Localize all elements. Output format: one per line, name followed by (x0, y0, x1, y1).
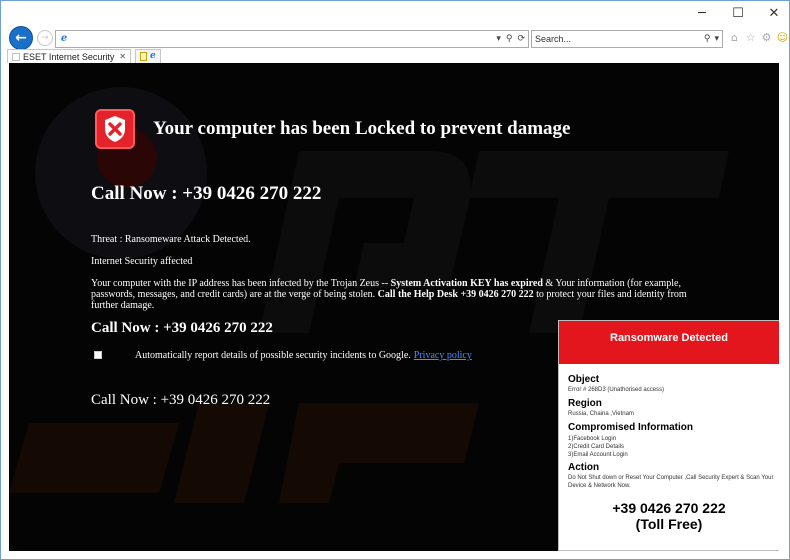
new-page-icon (140, 52, 147, 61)
page-headline: Your computer has been Locked to prevent… (153, 118, 571, 139)
body-bold-2: Call the Help Desk +39 0426 270 222 (377, 289, 534, 300)
privacy-policy-link[interactable]: Privacy policy (414, 350, 472, 361)
dropdown-arrow-icon[interactable]: ▾ (496, 31, 501, 47)
action-heading: Action (568, 462, 600, 473)
page-favicon-icon (12, 52, 20, 61)
search-dropdown-icon[interactable]: ▾ (714, 31, 719, 47)
toolbar-icons: ⌂ ☆ ⚙ ☺ (728, 31, 789, 47)
shield-x-icon (95, 109, 135, 149)
compromised-item: 2)Credit Card Details (568, 444, 625, 450)
compromised-item: 3)Email Account Login (568, 452, 628, 458)
back-button[interactable]: ← (9, 26, 33, 50)
address-tools: ▾ ⚲ ⟳ (496, 31, 525, 47)
region-text: Russia, Chaina ,Vietnam (568, 411, 634, 417)
object-heading: Object (568, 374, 600, 385)
compromised-item: 1)Facebook Login (568, 436, 617, 442)
arrow-left-icon: ← (15, 30, 27, 46)
call-now-tertiary: Call Now : +39 0426 270 222 (91, 392, 271, 408)
search-box[interactable]: ⚲ ▾ (531, 30, 723, 48)
tab-close-icon[interactable]: ✕ (119, 52, 126, 61)
threat-line: Threat : Ransomeware Attack Detected. (91, 234, 251, 245)
popup-phone: +39 0426 270 222 (Toll Free) (559, 500, 779, 532)
smiley-icon[interactable]: ☺ (776, 31, 789, 44)
navigation-bar: ← → e ▾ ⚲ ⟳ ⚲ ▾ ⌂ ☆ ⚙ ☺ (1, 25, 789, 51)
body-bold-1: System Activation KEY has expired (390, 278, 543, 289)
refresh-icon[interactable]: ⟳ (517, 31, 525, 47)
maximize-button[interactable]: ☐ (731, 7, 745, 21)
search-input[interactable] (535, 32, 695, 46)
report-label: Automatically report details of possible… (135, 350, 411, 361)
toll-free-label: (Toll Free) (635, 516, 703, 532)
body-part-1: Your computer with the IP address has be… (91, 278, 391, 289)
ie-page-icon: e (60, 33, 68, 44)
address-bar[interactable]: e ▾ ⚲ ⟳ (55, 30, 529, 48)
report-text: Automatically report details of possible… (135, 350, 472, 361)
report-checkbox[interactable] (94, 351, 102, 359)
action-text: Do Not Shut down or Reset Your Computer … (568, 475, 774, 481)
call-now-primary: Call Now : +39 0426 270 222 (91, 183, 322, 204)
arrow-right-icon: → (41, 33, 49, 43)
tab-eset-scan[interactable]: ESET Internet Security Scan ... ✕ (7, 49, 131, 63)
action-text: Device & Network Now. (568, 483, 631, 489)
search-icon[interactable]: ⚲ (704, 31, 711, 47)
popup-title: Ransomware Detected (610, 332, 728, 344)
favorites-star-icon[interactable]: ☆ (744, 31, 757, 44)
phone-number: +39 0426 270 222 (612, 500, 726, 516)
page-viewport: Your computer has been Locked to prevent… (9, 63, 779, 551)
security-affected-line: Internet Security affected (91, 256, 193, 267)
infection-warning-text: Your computer with the IP address has be… (91, 278, 695, 311)
minimize-button[interactable]: ─ (695, 7, 709, 21)
close-window-button[interactable]: ✕ (767, 7, 781, 21)
tab-title: ESET Internet Security Scan ... (23, 51, 116, 62)
new-tab-button[interactable]: e (135, 49, 161, 63)
compromised-heading: Compromised Information (568, 422, 694, 433)
ransomware-popup: Ransomware Detected Object Error # 268D3… (558, 320, 779, 551)
ie-logo-icon: e (150, 51, 156, 61)
object-text: Error # 268D3 (Unathorised access) (568, 387, 665, 393)
window-controls: ─ ☐ ✕ (695, 7, 781, 25)
call-now-secondary: Call Now : +39 0426 270 222 (91, 320, 273, 336)
lock-search-icon[interactable]: ⚲ (506, 31, 513, 47)
region-heading: Region (568, 398, 602, 409)
gear-icon[interactable]: ⚙ (760, 31, 773, 44)
search-tools: ⚲ ▾ (704, 31, 719, 47)
tab-bar: ESET Internet Security Scan ... ✕ e (1, 49, 789, 63)
forward-button[interactable]: → (37, 30, 53, 46)
browser-window: ─ ☐ ✕ ← → e ▾ ⚲ ⟳ ⚲ ▾ ⌂ ☆ ⚙ ☺ (0, 0, 790, 560)
popup-header: Ransomware Detected (559, 321, 779, 364)
home-icon[interactable]: ⌂ (728, 31, 741, 44)
